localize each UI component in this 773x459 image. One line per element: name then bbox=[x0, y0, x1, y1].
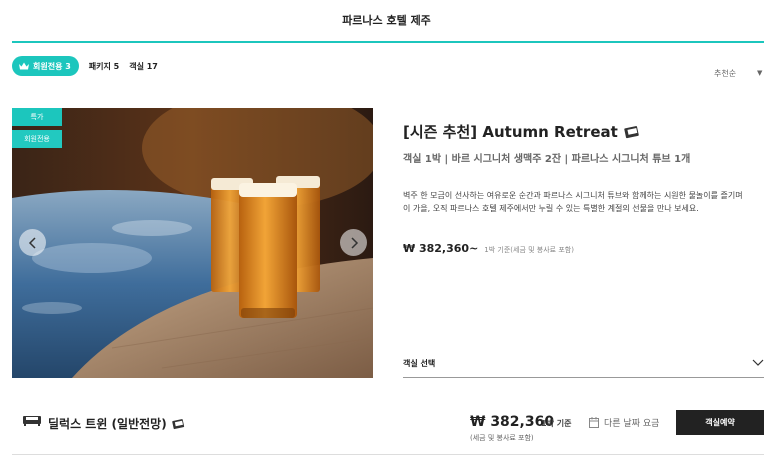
chevron-right-icon bbox=[350, 236, 358, 249]
room-tax-note: (세금 및 봉사료 포함) bbox=[470, 434, 534, 442]
package-icon bbox=[624, 125, 639, 138]
chevron-down-icon[interactable] bbox=[752, 359, 764, 367]
filter-tabs: 회원전용 3 패키지 5 객실 17 bbox=[12, 56, 158, 76]
reserve-room-button[interactable]: 객실예약 bbox=[676, 410, 764, 435]
chevron-down-icon[interactable]: ▼ bbox=[757, 69, 762, 77]
header-divider bbox=[12, 41, 764, 43]
page-header: 파르나스 호텔 제주 bbox=[0, 0, 773, 43]
previous-image-button[interactable] bbox=[19, 229, 46, 256]
package-icon bbox=[171, 418, 184, 429]
package-description: 벽주 한 모금이 선사하는 여유로운 순간과 파르나스 시그니처 튜브와 함께하… bbox=[403, 191, 743, 213]
package-price-row: ₩ 382,360~ 1박 기준(세금 및 봉사료 포함) bbox=[403, 242, 574, 255]
members-only-badge: 회원전용 bbox=[12, 130, 62, 148]
page-title: 파르나스 호텔 제주 bbox=[342, 14, 431, 27]
package-price-note: 1박 기준(세금 및 봉사료 포함) bbox=[484, 246, 574, 254]
bed-icon bbox=[23, 416, 41, 426]
room-name-text: 딜럭스 트윈 (일반전망) bbox=[48, 417, 167, 431]
other-dates-label: 다른 날짜 요금 bbox=[604, 419, 660, 429]
chevron-left-icon bbox=[28, 236, 36, 249]
calendar-icon bbox=[589, 417, 599, 428]
room-name: 딜럭스 트윈 (일반전망) bbox=[48, 415, 186, 432]
package-title[interactable]: [시즌 추천] Autumn Retreat bbox=[403, 121, 641, 142]
room-select-toggle[interactable]: 객실 선택 bbox=[403, 358, 435, 369]
tab-members-only-label: 회원전용 3 bbox=[33, 61, 71, 71]
package-photo bbox=[12, 108, 373, 378]
package-subtitle: 객실 1박 | 바르 시그니처 생맥주 2잔 | 파르나스 시그니처 튜브 1개 bbox=[403, 154, 691, 165]
tab-members-only[interactable]: 회원전용 3 bbox=[12, 56, 79, 76]
next-image-button[interactable] bbox=[340, 229, 367, 256]
package-title-text: [시즌 추천] Autumn Retreat bbox=[403, 123, 618, 141]
sort-dropdown[interactable]: 추천순 bbox=[714, 68, 736, 79]
crown-icon bbox=[19, 62, 29, 70]
room-select-divider bbox=[403, 377, 764, 378]
tab-package[interactable]: 패키지 5 bbox=[89, 61, 119, 72]
room-divider bbox=[12, 454, 764, 455]
tab-rooms[interactable]: 객실 17 bbox=[129, 61, 158, 72]
special-offer-badge: 특가 bbox=[12, 108, 62, 126]
package-price: ₩ 382,360~ bbox=[403, 242, 479, 255]
room-price-unit: 1박 기준 bbox=[541, 419, 572, 428]
other-dates-link[interactable]: 다른 날짜 요금 bbox=[589, 416, 659, 429]
